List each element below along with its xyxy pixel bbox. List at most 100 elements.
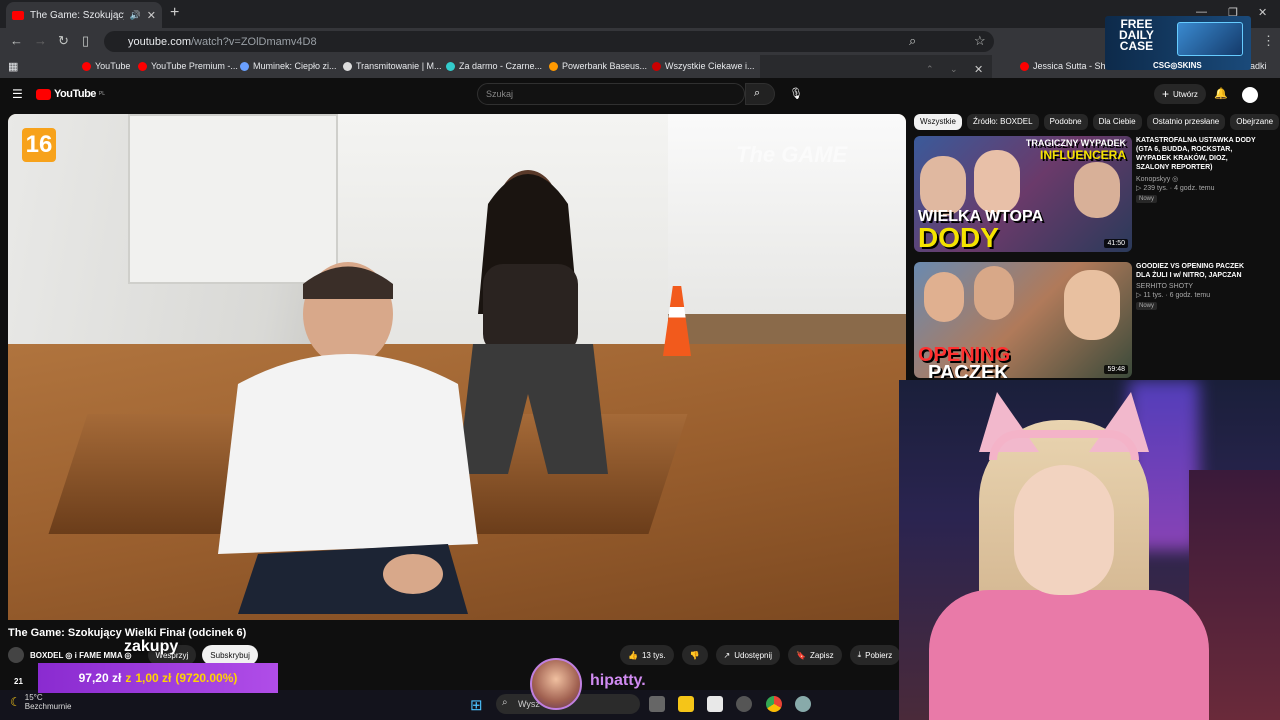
bookmark-youtube[interactable]: YouTube [82,61,130,71]
bookmark-label: adki [1250,61,1267,71]
speaker-icon[interactable]: 🔊 [130,10,141,21]
bookmark-jessica[interactable]: Jessica Sutta - Show [1020,61,1117,71]
chip-all[interactable]: Wszystkie [914,114,962,130]
weather-widget[interactable]: ☾ 15°C Bezchmurnie [10,693,71,711]
csgo-skins-ad[interactable]: FREE DAILY CASE CSG◎SKINS [1105,16,1251,70]
search-input[interactable]: Szukaj [477,83,745,105]
download-button[interactable]: ⤓ Pobierz [849,645,901,665]
bookmark-label: Muminek: Ciepło zi... [253,61,337,71]
hamburger-menu-icon[interactable]: ☰ [12,87,23,101]
plus-icon: + [1162,87,1170,101]
donation-from: 1,00 zł [135,671,172,685]
moon-icon: ☾ [10,695,21,709]
bookmark-za-darmo[interactable]: Za darmo - Czarne... [446,61,542,71]
store-icon[interactable] [707,696,723,712]
zoom-icon[interactable]: ⌕ [909,33,916,49]
browser-tab-bar: The Game: Szokujący Wielki 🔊 ✕ + — ❐ ✕ [0,0,1280,28]
video-player[interactable]: 16 The GAME [8,114,906,620]
channel-avatar[interactable] [8,647,24,663]
video-stats: ▷ 11 tys. · 6 godz. temu [1136,292,1211,299]
chrome-icon[interactable] [766,696,782,712]
find-close-icon[interactable]: ✕ [974,63,983,76]
star-icon[interactable]: ☆ [974,33,986,49]
windows-start-icon[interactable]: ⊞ [470,696,483,714]
file-explorer-icon[interactable] [678,696,694,712]
bookmarks-bar: ▦ YouTube YouTube Premium -... Muminek: … [0,55,1280,78]
recommended-video[interactable]: OPENING PACZEK 59:48 GOODIEZ VS OPENING … [914,262,1254,378]
task-view-icon[interactable] [649,696,665,712]
bell-icon[interactable]: 🔔 [1214,87,1228,100]
find-up-icon[interactable]: ⌃ [926,64,934,75]
address-bar-row: ← → ↻ ▯ youtube.com/watch?v=ZOlDmamv4D8 … [0,28,1280,55]
search-placeholder: Szukaj [486,89,514,99]
thumb-face-3 [1064,270,1120,340]
views-partial: 21 [14,677,23,686]
recommended-video[interactable]: TRAGICZNY WYPADEK INFLUENCERA WIELKA WTO… [914,136,1256,252]
chip-similar[interactable]: Podobne [1043,114,1088,130]
chip-for-you[interactable]: Dla Ciebie [1092,114,1142,130]
donation-banner: 97,20 zł z 1,00 zł (9720.00%) [38,663,278,693]
bookmark-label: Transmitowanie | M... [356,61,442,71]
find-down-icon[interactable]: ⌄ [950,64,958,75]
sidepanel-icon[interactable]: ▯ [82,33,89,49]
chip-watched[interactable]: Obejrzane [1230,114,1280,130]
like-button[interactable]: 👍 13 tys. [620,645,674,665]
menu-dots-icon[interactable]: ⋮ [1262,33,1275,49]
bookmark-youtube-premium[interactable]: YouTube Premium -... [138,61,238,71]
thumb-text-big2: PACZEK [928,362,1009,378]
bookmark-muminek[interactable]: Muminek: Ciepło zi... [240,61,337,71]
thumb-face-2 [974,266,1014,320]
recommendation-chips: Wszystkie Źródło: BOXDEL Podobne Dla Cie… [914,114,1280,132]
close-window-icon[interactable]: ✕ [1258,6,1267,19]
youtube-favicon-icon [12,10,24,20]
search-button[interactable]: ⌕ [745,83,775,105]
bookmark-powerbank[interactable]: Powerbank Baseus... [549,61,647,71]
thumb-up-icon: 👍 [628,650,638,660]
chip-recent[interactable]: Ostatnio przesłane [1146,114,1226,130]
forward-icon[interactable]: → [34,33,47,48]
close-tab-icon[interactable]: ✕ [147,9,156,22]
tab-title: The Game: Szokujący Wielki [30,9,124,21]
scene-man [218,262,478,614]
save-button[interactable]: 🔖 Zapisz [788,645,842,665]
bookmark-label: Powerbank Baseus... [562,61,648,71]
chip-source[interactable]: Źródło: BOXDEL [967,114,1039,130]
bookmark-icon: 🔖 [796,650,806,660]
bookmark-wszystkie[interactable]: Wszystkie Ciekawe i... [652,61,755,71]
dislike-button[interactable]: 👎 [681,645,708,665]
streamer-webcam [899,380,1280,720]
back-icon[interactable]: ← [10,33,23,48]
bookmark-transmitowanie[interactable]: Transmitowanie | M... [343,61,442,71]
apps-icon[interactable]: ▦ [8,60,18,73]
thumb-face-1 [920,156,966,216]
channel-name[interactable]: BOXDEL ◎ i FAME MMA ◎ [30,651,132,660]
new-tab-icon[interactable]: + [170,4,179,22]
youtube-play-icon [36,88,51,100]
thumb-face-1 [924,272,964,322]
browser-tab[interactable]: The Game: Szokujący Wielki 🔊 ✕ [6,2,162,28]
youtube-logo[interactable]: YouTube PL [36,88,105,100]
cam-face [1014,465,1114,595]
video-channel[interactable]: SERHITO SHOTY [1136,283,1260,290]
video-duration: 41:50 [1104,239,1128,248]
settings-gear-icon[interactable] [795,696,811,712]
video-actions: 👍 13 tys. 👎 ↗ Udostępnij 🔖 Zapisz ⤓ Pobierz … [620,645,918,665]
app-icon[interactable] [736,696,752,712]
create-button[interactable]: + Utwórz [1154,84,1206,104]
account-avatar[interactable] [1242,87,1258,103]
url-host: youtube.com [128,35,191,48]
url-field[interactable]: youtube.com/watch?v=ZOlDmamv4D8 [104,31,994,52]
video-channel[interactable]: Konopskyy ◎ [1136,175,1260,183]
subscribe-button[interactable]: Subskrybuj [202,645,258,665]
donation-z: z [125,671,132,685]
voice-search-icon[interactable]: 🎙 [789,87,803,100]
bookmark-other[interactable]: adki [1250,61,1267,71]
download-label: Pobierz [865,650,893,660]
reload-icon[interactable]: ↻ [58,33,69,49]
video-meta: KATASTROFALNA USTAWKA DODY (GTA 6, BUDDA… [1136,136,1260,203]
logo-text: YouTube [54,88,96,100]
share-icon: ↗ [723,650,731,660]
weather-text: Bezchmurnie [24,702,72,711]
age-rating-badge: 16 [22,128,56,162]
share-button[interactable]: ↗ Udostępnij [715,645,781,665]
